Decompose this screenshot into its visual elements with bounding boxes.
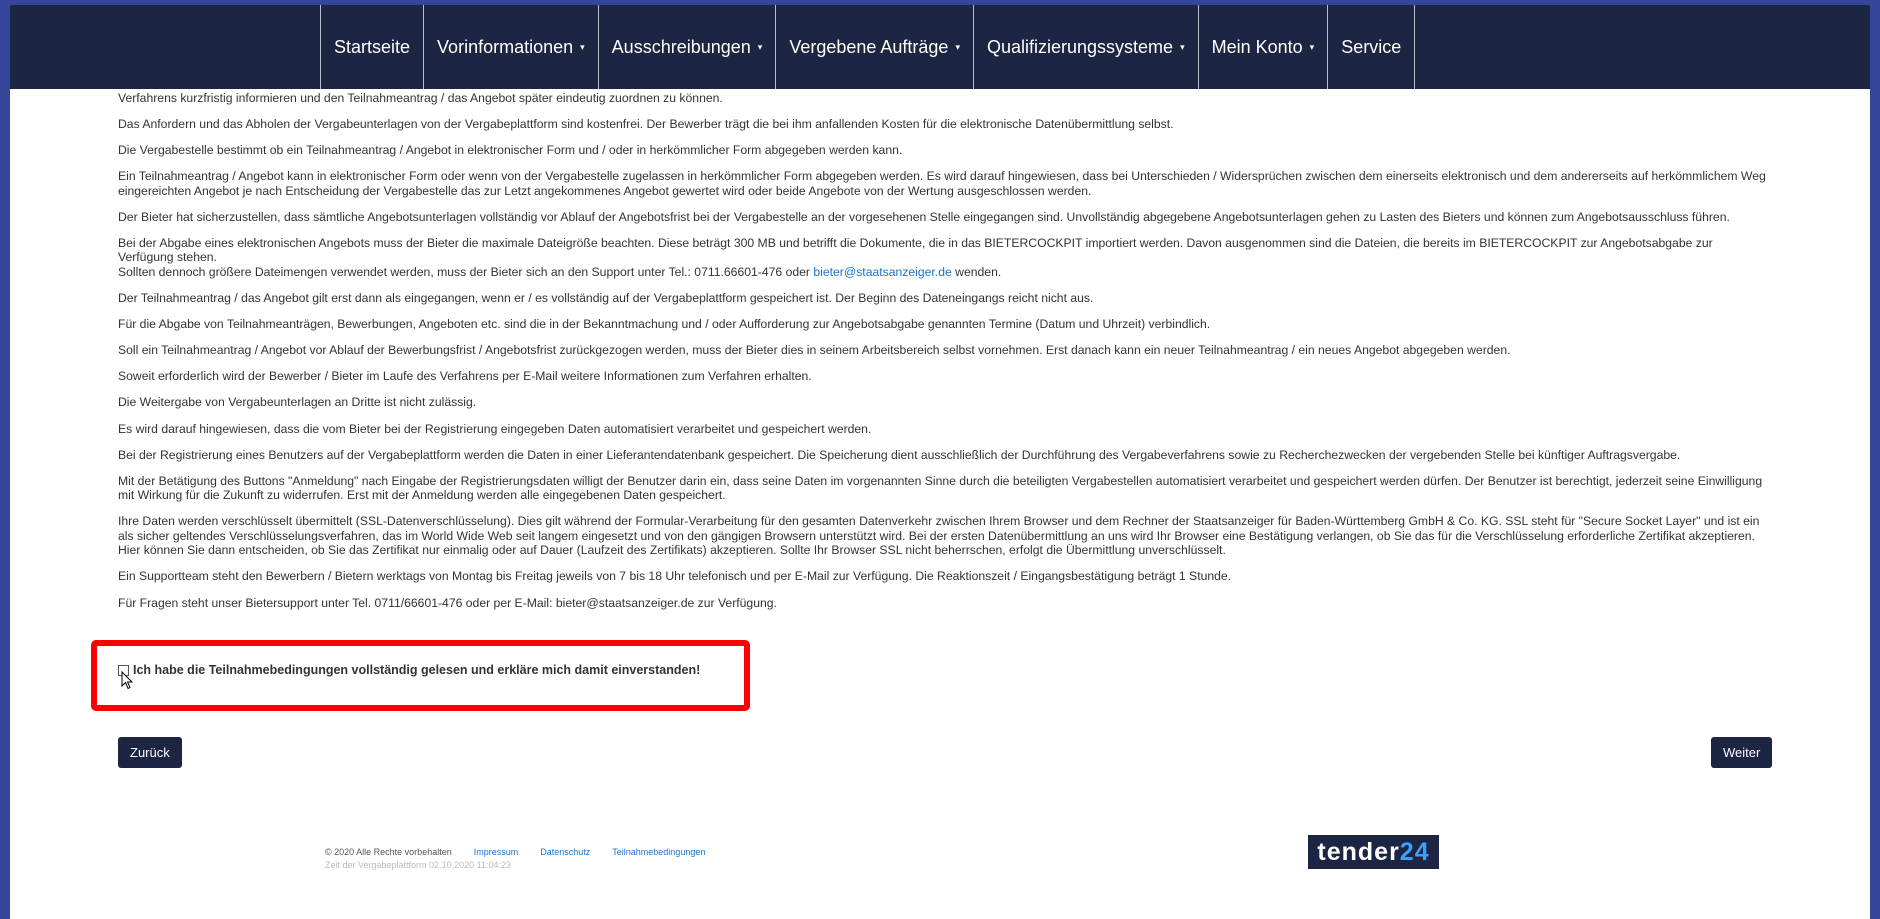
terms-text: Bei der Abgabe eines elektronischen Ange… xyxy=(118,235,1713,265)
terms-paragraph: Die Weitergabe von Vergabeunterlagen an … xyxy=(118,395,477,410)
footer-datenschutz-link[interactable]: Datenschutz xyxy=(540,847,590,857)
terms-text: wenden. xyxy=(951,264,1002,279)
platform-time: Zeit der Vergabeplattform 02.10.2020 11:… xyxy=(325,860,511,870)
support-email-link[interactable]: bieter@staatsanzeiger.de xyxy=(813,265,951,279)
caret-down-icon: ▾ xyxy=(1180,41,1185,52)
caret-down-icon: ▾ xyxy=(580,41,585,52)
terms-paragraph: Ihre Daten werden verschlüsselt übermitt… xyxy=(118,514,1760,558)
terms-paragraph: Verfahrens kurzfristig informieren und d… xyxy=(118,91,723,105)
footer-teilnahmebedingungen-link[interactable]: Teilnahmebedingungen xyxy=(612,847,705,857)
terms-paragraph: Ein Supportteam steht den Bewerbern / Bi… xyxy=(118,569,1232,584)
tender24-logo: tender 24 xyxy=(1308,835,1439,869)
terms-paragraph: Der Bieter hat sicherzustellen, dass säm… xyxy=(118,209,1730,224)
terms-paragraph: Soweit erforderlich wird der Bewerber / … xyxy=(118,369,812,384)
terms-paragraph: Für die Abgabe von Teilnahmeanträgen, Be… xyxy=(118,317,1211,332)
consent-checkbox-row[interactable]: Ich habe die Teilnahmebedingungen vollst… xyxy=(118,663,700,677)
nav-label: Ausschreibungen xyxy=(611,36,751,57)
terms-paragraph: Es wird darauf hingewiesen, dass die vom… xyxy=(118,421,872,436)
back-button[interactable]: Zurück xyxy=(118,737,182,768)
nav-item-service[interactable]: Service xyxy=(1328,5,1416,89)
nav-label: Vergebene Aufträge xyxy=(789,36,949,57)
mouse-cursor-icon xyxy=(121,671,134,690)
logo-text: tender xyxy=(1317,837,1400,866)
nav-item-vergebene-auftraege[interactable]: Vergebene Aufträge ▾ xyxy=(776,5,974,89)
nav-item-mein-konto[interactable]: Mein Konto ▾ xyxy=(1199,5,1329,89)
terms-paragraph: Die Vergabestelle bestimmt ob ein Teilna… xyxy=(118,143,903,158)
terms-paragraph: Soll ein Teilnahmeantrag / Angebot vor A… xyxy=(118,343,1511,358)
nav-item-qualifizierungssysteme[interactable]: Qualifizierungssysteme ▾ xyxy=(974,5,1199,89)
footer-links-row: © 2020 Alle Rechte vorbehalten Impressum… xyxy=(325,847,705,857)
footer-copyright: © 2020 Alle Rechte vorbehalten xyxy=(325,847,452,857)
terms-paragraph-filesize: Bei der Abgabe eines elektronischen Ange… xyxy=(118,236,1768,280)
caret-down-icon: ▾ xyxy=(955,41,960,52)
footer-impressum-link[interactable]: Impressum xyxy=(474,847,519,857)
consent-label[interactable]: Ich habe die Teilnahmebedingungen vollst… xyxy=(133,663,700,677)
nav-item-ausschreibungen[interactable]: Ausschreibungen ▾ xyxy=(599,5,777,89)
terms-paragraph: Bei der Registrierung eines Benutzers au… xyxy=(118,447,1681,462)
terms-text: Sollten dennoch größere Dateimengen verw… xyxy=(118,264,814,279)
terms-paragraph: Das Anfordern und das Abholen der Vergab… xyxy=(118,117,1174,132)
nav-label: Vorinformationen xyxy=(437,36,574,57)
terms-paragraph: Ein Teilnahmeantrag / Angebot kann in el… xyxy=(118,169,1766,198)
next-button[interactable]: Weiter xyxy=(1711,737,1773,768)
main-navbar: Startseite Vorinformationen ▾ Ausschreibu… xyxy=(10,5,1870,89)
nav-label: Qualifizierungssysteme xyxy=(986,36,1174,57)
terms-paragraph: Der Teilnahmeantrag / das Angebot gilt e… xyxy=(118,291,1094,306)
caret-down-icon: ▾ xyxy=(757,41,763,52)
footer: © 2020 Alle Rechte vorbehalten Impressum… xyxy=(325,847,705,870)
terms-paragraph: Für Fragen steht unser Bietersupport unt… xyxy=(118,595,777,610)
terms-content: Verfahrens kurzfristig informieren und d… xyxy=(118,91,1768,622)
logo-number: 24 xyxy=(1399,837,1430,866)
nav-label: Startseite xyxy=(334,36,411,57)
nav-label: Mein Konto xyxy=(1211,36,1303,57)
nav-item-vorinformationen[interactable]: Vorinformationen ▾ xyxy=(424,5,599,89)
nav-label: Service xyxy=(1341,36,1402,57)
caret-down-icon: ▾ xyxy=(1309,41,1315,52)
nav-menu: Startseite Vorinformationen ▾ Ausschreibu… xyxy=(320,5,1416,89)
terms-paragraph: Mit der Betätigung des Buttons "Anmeldun… xyxy=(118,473,1763,503)
nav-item-startseite[interactable]: Startseite xyxy=(321,5,425,89)
